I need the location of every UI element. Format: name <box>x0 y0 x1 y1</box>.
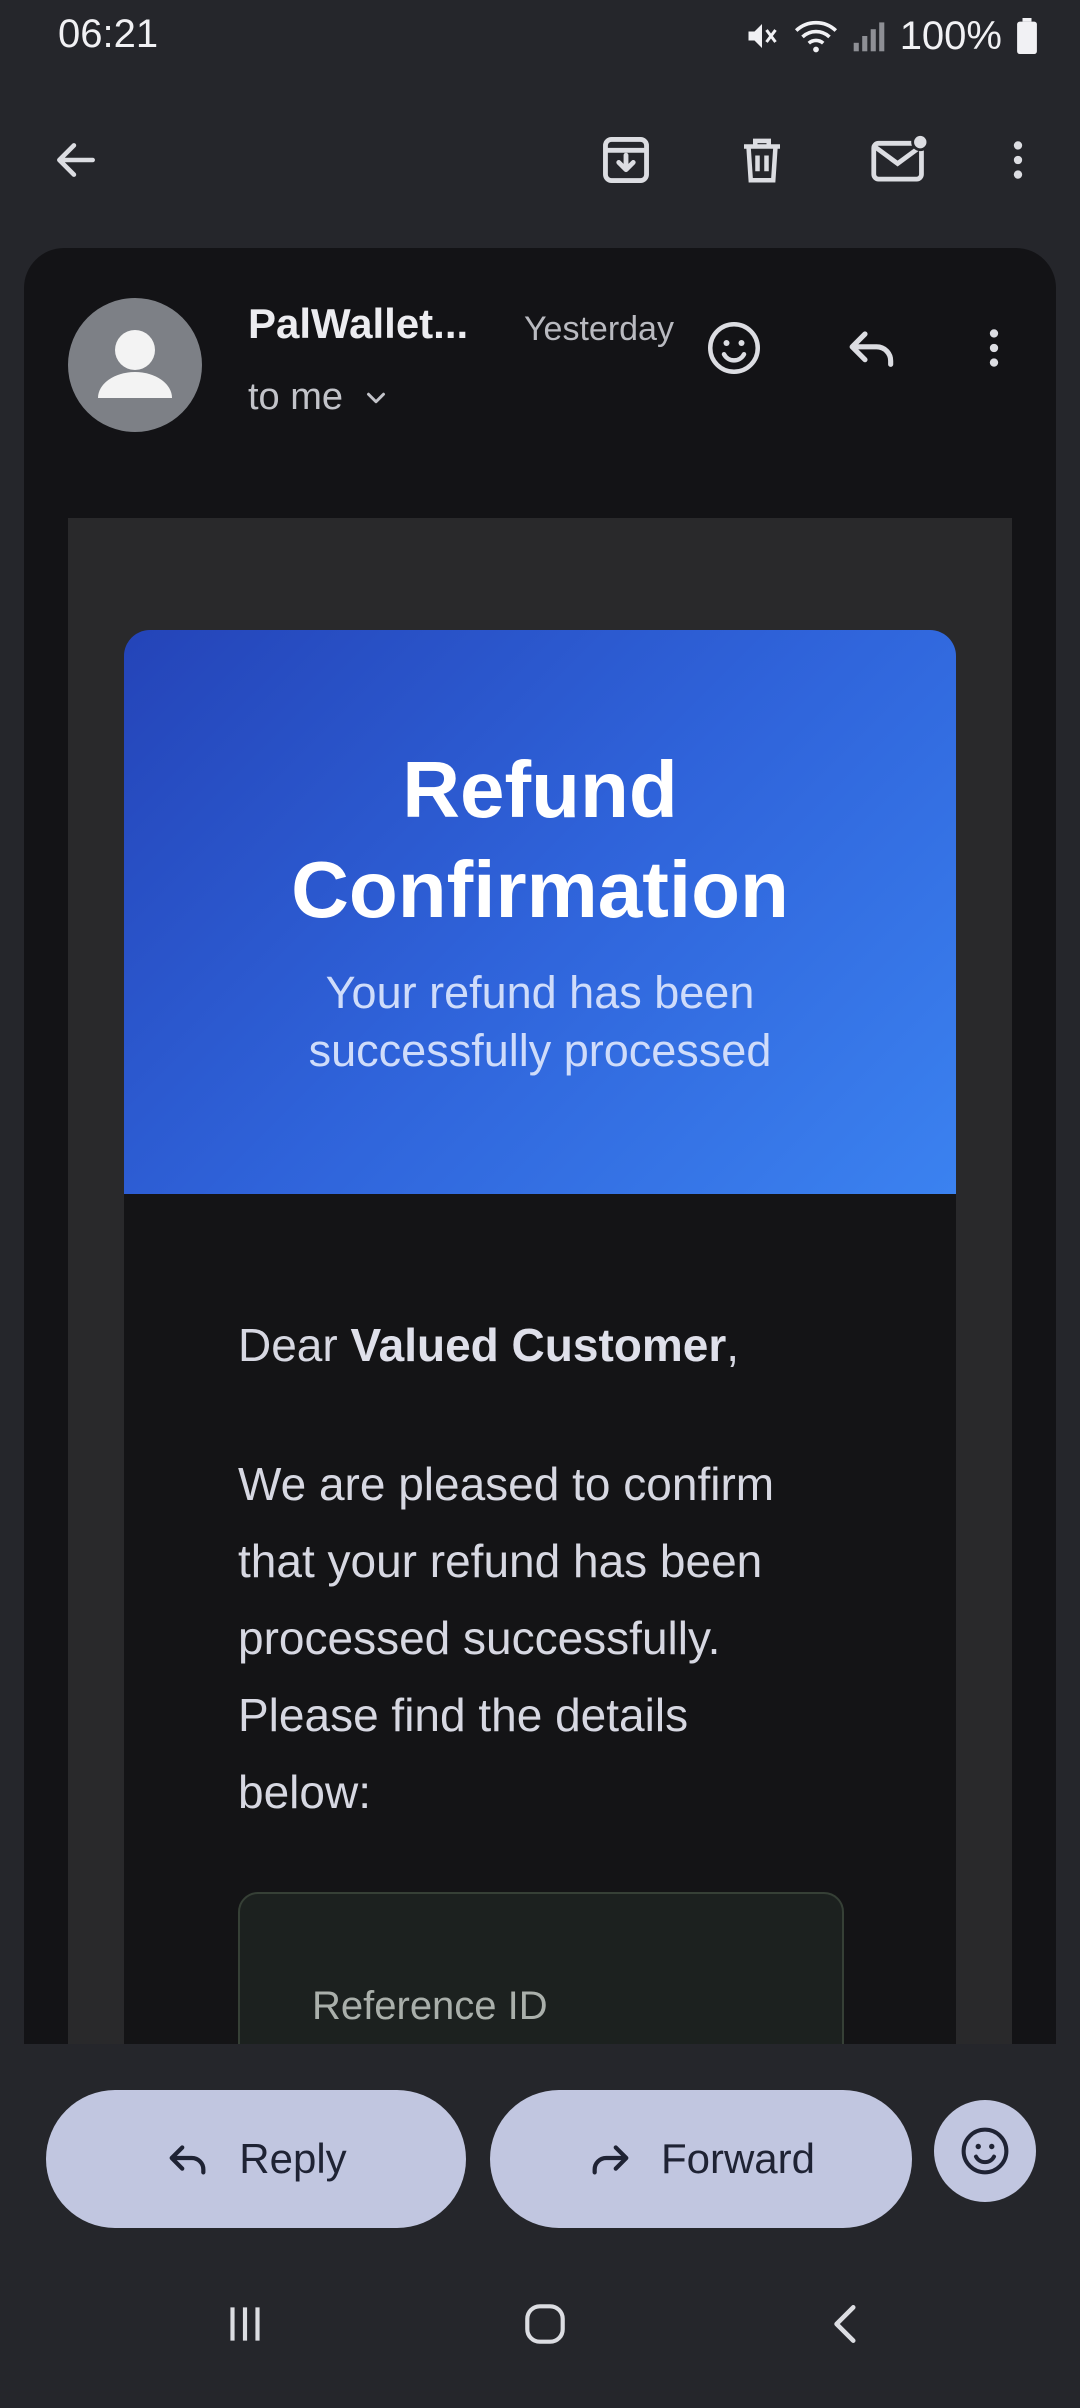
recent-apps-icon[interactable] <box>200 2284 290 2364</box>
paragraph-line: processed successfully. <box>238 1612 721 1664</box>
person-icon <box>98 330 172 398</box>
add-reaction-icon[interactable] <box>694 308 774 388</box>
more-vert-icon[interactable] <box>978 120 1058 200</box>
email-more-icon[interactable] <box>954 308 1034 388</box>
mute-icon <box>744 18 780 54</box>
system-nav-bar <box>0 2254 1080 2408</box>
email-body: Refund Confirmation Your refund has been… <box>68 518 1012 2048</box>
battery-icon <box>1016 18 1038 54</box>
delete-icon[interactable] <box>722 120 802 200</box>
battery-percent: 100% <box>899 13 1002 58</box>
email-content: Dear Valued Customer, We are pleased to … <box>124 1194 956 2048</box>
recipient-toggle[interactable]: to me <box>248 376 391 419</box>
hero-subtitle: Your refund has been successfully proces… <box>124 964 956 1080</box>
recipient-label: to me <box>248 376 344 418</box>
reply-button[interactable]: Reply <box>46 2090 466 2228</box>
home-icon[interactable] <box>500 2284 590 2364</box>
greeting-suffix: , <box>726 1319 740 1371</box>
greeting-name: Valued Customer <box>350 1319 727 1371</box>
bottom-action-bar: Reply Forward <box>0 2044 1080 2254</box>
refund-header-banner: Refund Confirmation Your refund has been… <box>124 630 956 1194</box>
top-app-bar <box>0 100 1080 220</box>
emoji-reaction-button[interactable] <box>934 2100 1036 2202</box>
reply-label: Reply <box>239 2135 347 2182</box>
hero-subtitle-line: successfully processed <box>308 1025 772 1076</box>
status-bar: 06:21 100% <box>0 0 1080 70</box>
sender-name[interactable]: PalWallet... <box>248 300 468 348</box>
reference-id-label: Reference ID <box>312 1984 548 2028</box>
hero-title-line: Confirmation <box>291 845 789 934</box>
confirmation-paragraph: We are pleased to confirm that your refu… <box>238 1446 858 1831</box>
signal-icon <box>852 18 886 54</box>
email-date: Yesterday <box>524 310 674 348</box>
status-icons: 100% <box>744 12 1038 60</box>
forward-icon <box>592 2145 629 2175</box>
status-time: 06:21 <box>58 12 159 56</box>
reply-icon[interactable] <box>832 308 912 388</box>
paragraph-line: below: <box>238 1766 371 1818</box>
hero-title: Refund Confirmation <box>124 740 956 940</box>
avatar[interactable] <box>68 298 202 432</box>
greeting-prefix: Dear <box>238 1319 351 1371</box>
reply-icon <box>169 2145 206 2175</box>
hero-title-line: Refund <box>402 745 678 834</box>
chevron-down-icon <box>367 392 386 403</box>
refund-details-box: Reference ID <box>238 1892 844 2048</box>
smiley-icon <box>961 2127 1009 2175</box>
forward-label: Forward <box>660 2135 816 2182</box>
paragraph-line: We are pleased to confirm <box>238 1458 775 1510</box>
nav-back-icon[interactable] <box>802 2284 892 2364</box>
email-card: PalWallet... Yesterday to me Refund Conf… <box>24 248 1056 2048</box>
wifi-icon <box>794 18 838 54</box>
paragraph-line: that your refund has been <box>238 1535 763 1587</box>
paragraph-line: Please find the details <box>238 1689 689 1741</box>
back-arrow-icon[interactable] <box>36 120 116 200</box>
greeting: Dear Valued Customer, <box>238 1318 739 1372</box>
archive-icon[interactable] <box>586 120 666 200</box>
mark-unread-icon[interactable] <box>858 120 942 200</box>
hero-subtitle-line: Your refund has been <box>325 967 755 1018</box>
forward-button[interactable]: Forward <box>490 2090 912 2228</box>
